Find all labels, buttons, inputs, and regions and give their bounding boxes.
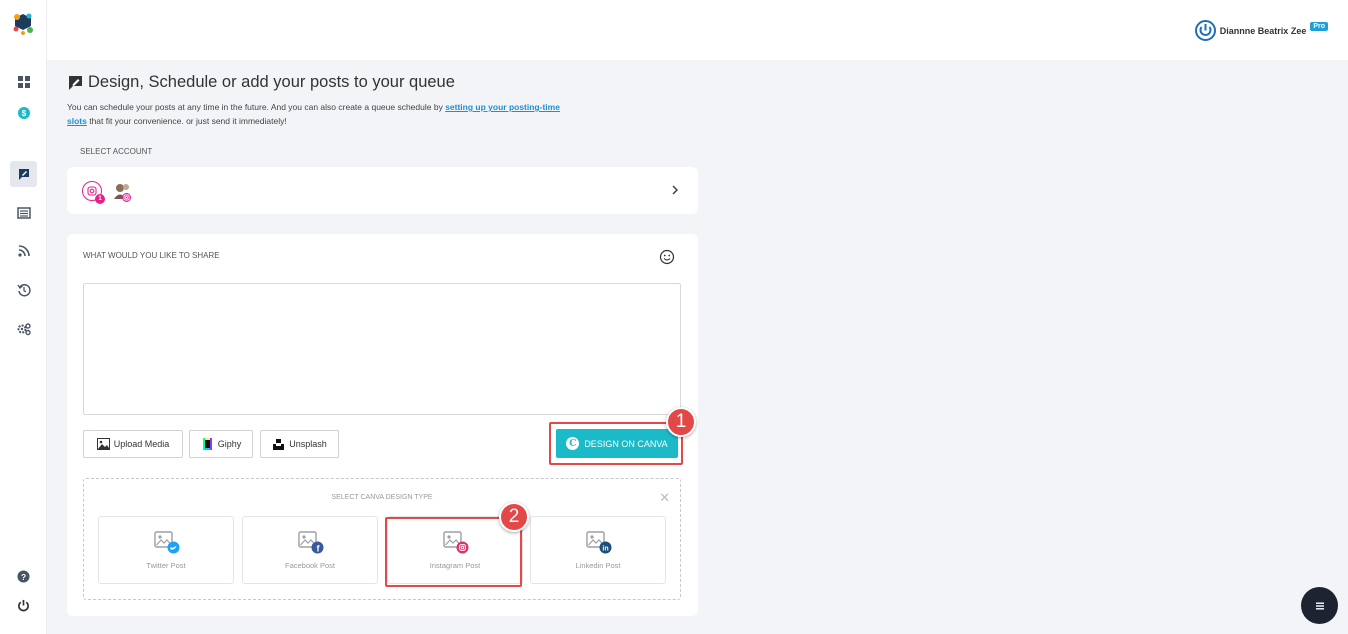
nav-billing[interactable]: $: [10, 100, 37, 126]
unsplash-icon: [273, 439, 285, 450]
image-icon: [96, 438, 110, 450]
settings-icon: [17, 323, 31, 336]
power-icon[interactable]: [17, 599, 30, 612]
topbar: Diannne Beatrix Zee Pro: [47, 0, 1348, 60]
linkedin-post-label: Linkedin Post: [575, 561, 621, 570]
instagram-post-label: Instagram Post: [429, 561, 481, 570]
compose-icon: [18, 169, 29, 180]
facebook-post-option[interactable]: f Facebook Post: [242, 516, 378, 584]
compose-icon: [69, 76, 82, 90]
page-title: Design, Schedule or add your posts to yo…: [67, 73, 455, 92]
design-on-canva-highlight: C DESIGN ON CANVA: [549, 422, 683, 465]
facebook-post-label: Facebook Post: [284, 561, 336, 570]
description-text-end: that fit your convenience. or just send …: [86, 116, 287, 126]
chevron-right-icon[interactable]: [669, 184, 681, 196]
help-icon[interactable]: ?: [17, 570, 30, 583]
instagram-image-icon: [443, 531, 469, 554]
account-count-badge: 1: [95, 194, 105, 204]
unsplash-label: Unsplash: [289, 439, 327, 449]
twitter-post-label: Twitter Post: [146, 561, 186, 570]
share-label: WHAT WOULD YOU LIKE TO SHARE: [83, 251, 220, 260]
design-on-canva-button[interactable]: C DESIGN ON CANVA: [556, 429, 678, 458]
close-icon[interactable]: ✕: [659, 490, 670, 506]
linkedin-image-icon: in: [586, 531, 612, 554]
rss-icon: [17, 245, 30, 257]
post-text-area[interactable]: [83, 283, 681, 415]
nav-history[interactable]: [10, 277, 37, 303]
page-description: You can schedule your posts at any time …: [67, 100, 577, 128]
linkedin-post-option[interactable]: in Linkedin Post: [530, 516, 666, 584]
nav-compose[interactable]: [10, 161, 37, 187]
dashboard-icon: [17, 76, 30, 88]
canva-design-type-panel: SELECT CANVA DESIGN TYPE ✕ Twitter Post: [83, 478, 681, 600]
facebook-image-icon: f: [298, 531, 324, 554]
unsplash-button[interactable]: Unsplash: [260, 430, 339, 458]
history-icon: [16, 284, 31, 297]
pro-badge: Pro: [1310, 22, 1328, 31]
giphy-label: Giphy: [217, 439, 242, 449]
upload-media-label: Upload Media: [113, 439, 170, 449]
giphy-icon: [202, 438, 212, 450]
svg-text:in: in: [602, 546, 608, 553]
list-icon: [16, 207, 31, 219]
dollar-circle-icon: $: [17, 107, 30, 119]
user-name: Diannne Beatrix Zee: [1219, 25, 1307, 36]
sidebar: $ ?: [0, 0, 47, 634]
step-1-badge: 1: [666, 407, 696, 437]
compose-card: WHAT WOULD YOU LIKE TO SHARE Upload Medi…: [67, 234, 698, 616]
nav-queue[interactable]: [10, 200, 37, 226]
user-menu[interactable]: Diannne Beatrix Zee Pro: [1194, 20, 1328, 41]
account-selector[interactable]: 1: [67, 167, 698, 214]
app-logo-icon[interactable]: [12, 12, 34, 36]
design-on-canva-label: DESIGN ON CANVA: [584, 438, 668, 449]
user-power-avatar-icon: [1194, 20, 1216, 41]
nav-dashboard[interactable]: [10, 69, 37, 95]
emoji-icon[interactable]: [659, 249, 675, 265]
svg-text:?: ?: [21, 572, 26, 582]
description-text: You can schedule your posts at any time …: [67, 102, 446, 112]
twitter-post-option[interactable]: Twitter Post: [98, 516, 234, 584]
profile-avatar[interactable]: [112, 181, 132, 203]
step-2-badge: 2: [499, 502, 529, 532]
twitter-image-icon: [154, 531, 180, 554]
svg-text:$: $: [21, 109, 26, 118]
giphy-button[interactable]: Giphy: [189, 430, 253, 458]
nav-settings[interactable]: [10, 316, 37, 342]
page-title-text: Design, Schedule or add your posts to yo…: [88, 73, 455, 91]
canva-design-type-label: SELECT CANVA DESIGN TYPE: [331, 494, 433, 501]
floating-menu-button[interactable]: [1301, 587, 1338, 624]
nav-feeds[interactable]: [10, 238, 37, 264]
canva-icon: C: [566, 437, 580, 450]
select-account-label: SELECT ACCOUNT: [80, 147, 153, 156]
hamburger-icon: [1315, 602, 1324, 609]
upload-media-button[interactable]: Upload Media: [83, 430, 183, 458]
